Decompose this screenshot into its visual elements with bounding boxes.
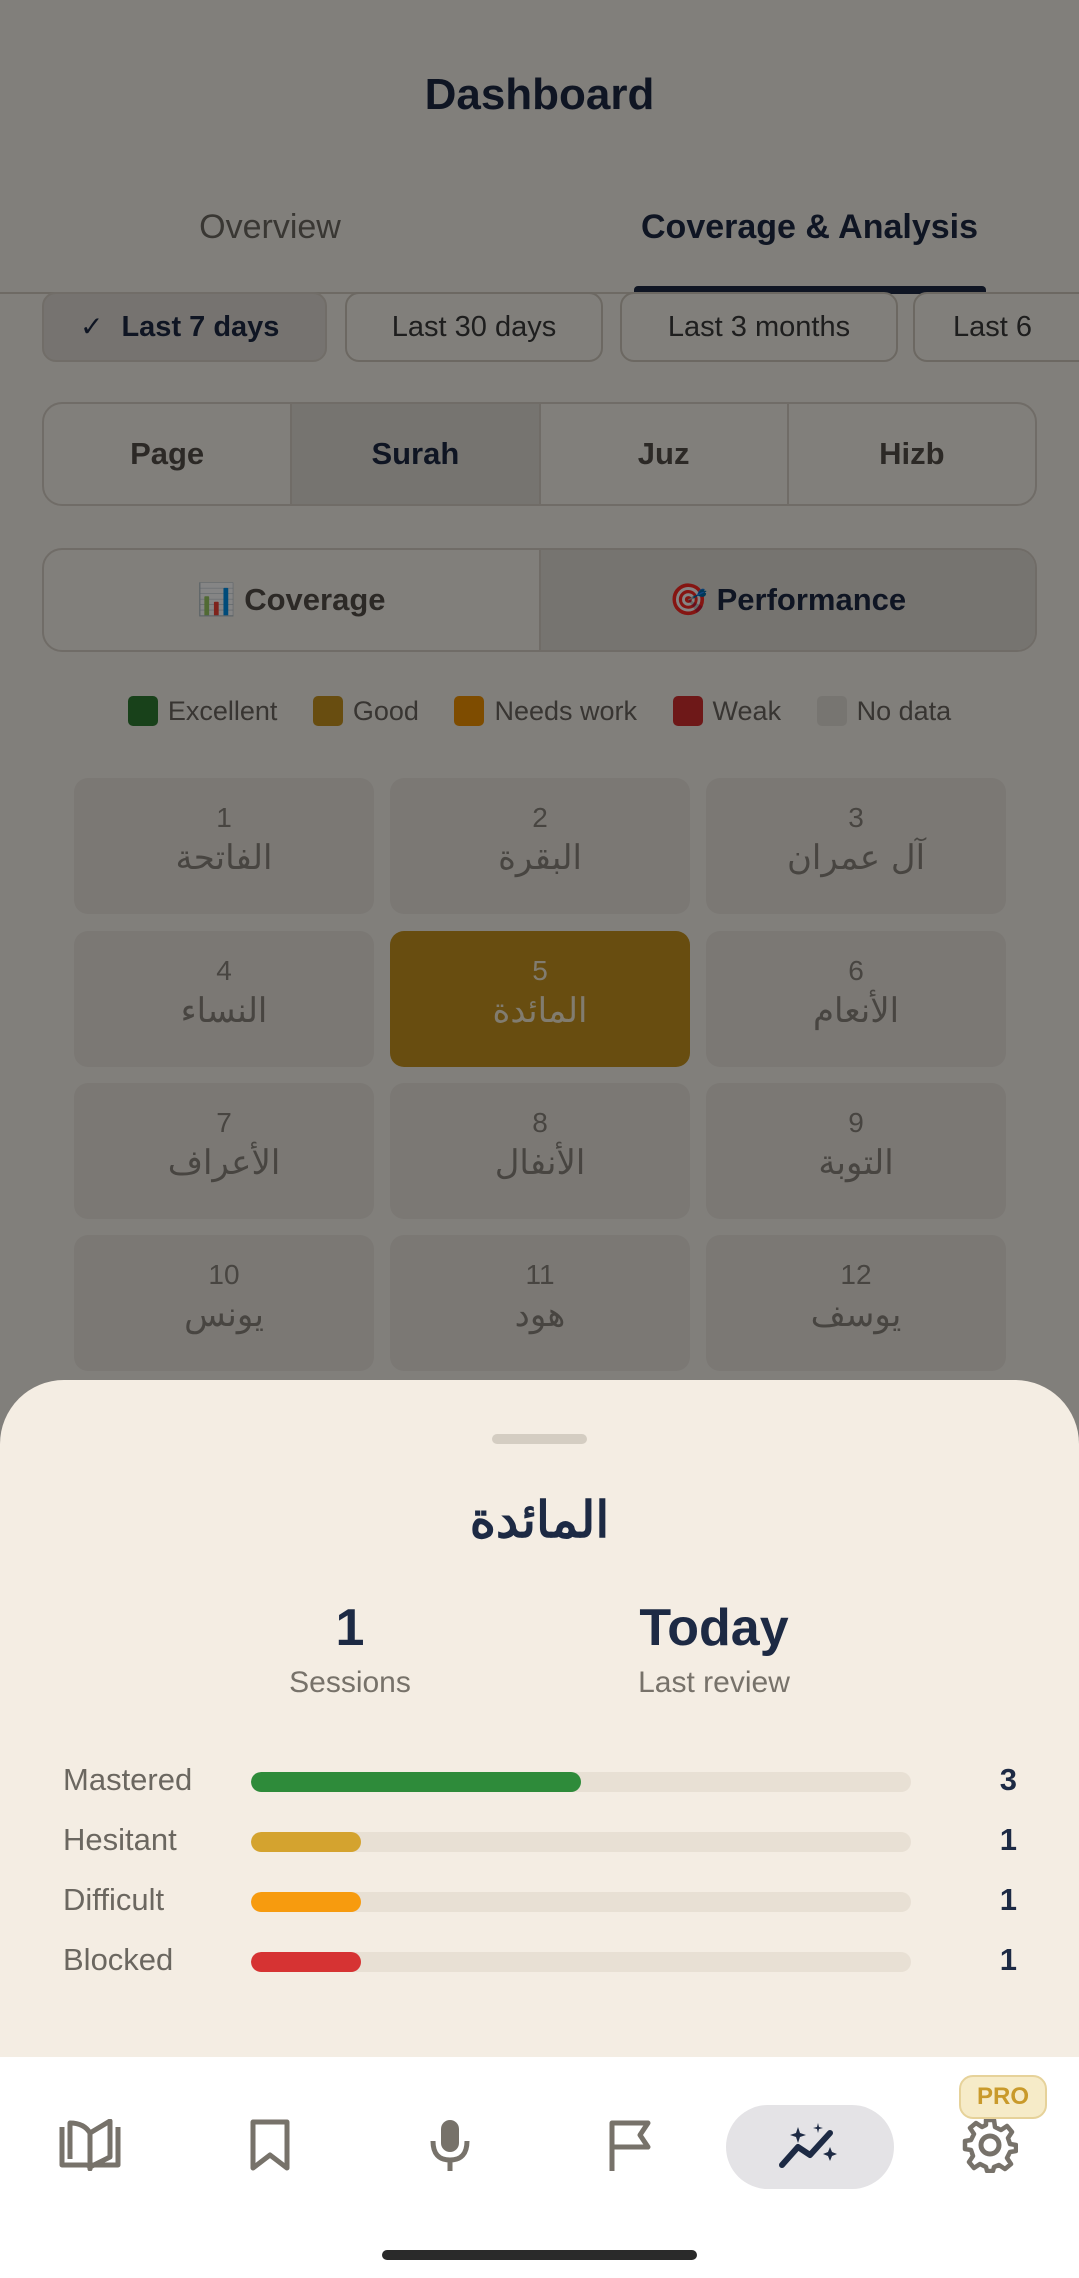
last-review-stat: Today Last review bbox=[564, 1598, 864, 1700]
row-label: Mastered bbox=[63, 1762, 193, 1797]
row-label: Hesitant bbox=[63, 1822, 177, 1857]
bookmark-icon bbox=[248, 2118, 292, 2177]
book-open-icon bbox=[58, 2118, 122, 2176]
sheet-drag-handle[interactable] bbox=[492, 1434, 587, 1444]
home-indicator[interactable] bbox=[382, 2250, 697, 2260]
sessions-label: Sessions bbox=[289, 1666, 411, 1699]
row-count: 1 bbox=[999, 1882, 1017, 1917]
microphone-icon bbox=[428, 2117, 472, 2178]
breakdown-row-difficult: Difficult 1 bbox=[63, 1882, 1023, 1922]
row-label: Difficult bbox=[63, 1882, 165, 1917]
last-review-label: Last review bbox=[638, 1666, 790, 1699]
row-count: 1 bbox=[999, 1822, 1017, 1857]
row-count: 1 bbox=[999, 1942, 1017, 1977]
last-review-value: Today bbox=[639, 1599, 789, 1657]
nav-dashboard[interactable] bbox=[726, 2105, 894, 2189]
nav-goals[interactable] bbox=[575, 2105, 685, 2189]
nav-record[interactable] bbox=[395, 2105, 505, 2189]
progress-track bbox=[251, 1832, 911, 1852]
row-count: 3 bbox=[999, 1762, 1017, 1797]
sessions-value: 1 bbox=[335, 1599, 365, 1657]
nav-read[interactable] bbox=[35, 2105, 145, 2189]
gear-icon bbox=[962, 2117, 1019, 2178]
breakdown-row-mastered: Mastered 3 bbox=[63, 1762, 1023, 1802]
pro-badge: PRO bbox=[959, 2075, 1047, 2119]
flag-icon bbox=[606, 2117, 654, 2178]
progress-fill bbox=[251, 1892, 362, 1912]
row-label: Blocked bbox=[63, 1942, 174, 1977]
progress-track bbox=[251, 1952, 911, 1972]
dashboard-screen: Dashboard Overview Coverage & Analysis ✓… bbox=[0, 0, 1079, 2278]
bottom-nav: PRO bbox=[0, 2057, 1079, 2278]
nav-bookmarks[interactable] bbox=[215, 2105, 325, 2189]
analytics-sparkle-icon bbox=[778, 2121, 842, 2174]
breakdown-row-hesitant: Hesitant 1 bbox=[63, 1822, 1023, 1862]
progress-track bbox=[251, 1772, 911, 1792]
progress-fill bbox=[251, 1832, 362, 1852]
progress-fill bbox=[251, 1772, 581, 1792]
sheet-title: المائدة bbox=[469, 1490, 610, 1549]
progress-track bbox=[251, 1892, 911, 1912]
breakdown-row-blocked: Blocked 1 bbox=[63, 1942, 1023, 1982]
sessions-stat: 1 Sessions bbox=[200, 1598, 500, 1700]
progress-fill bbox=[251, 1952, 362, 1972]
